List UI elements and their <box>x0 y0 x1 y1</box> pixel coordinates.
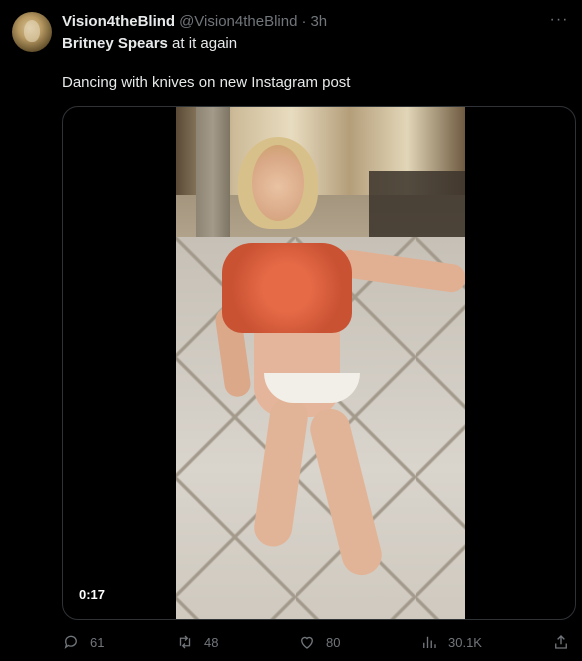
video-player[interactable]: 0:17 <box>62 106 576 620</box>
share-icon <box>555 635 567 649</box>
user-handle[interactable]: @Vision4theBlind <box>179 12 297 32</box>
video-furniture <box>369 171 465 241</box>
video-pillar <box>196 107 230 243</box>
reply-count: 61 <box>90 634 105 650</box>
figure-head <box>252 145 304 221</box>
reply-button[interactable]: 61 <box>62 632 104 652</box>
heart-icon <box>301 636 313 649</box>
separator: · <box>301 13 307 30</box>
tweet-text-rest: at it again <box>167 35 238 52</box>
views-button[interactable]: 30.1K <box>420 632 482 652</box>
video-frame[interactable] <box>176 107 465 619</box>
like-count: 80 <box>326 634 341 650</box>
views-icon <box>423 636 436 648</box>
action-bar: 61 48 80 30.1K <box>62 632 576 652</box>
retweet-count: 48 <box>204 634 219 650</box>
retweet-button[interactable]: 48 <box>176 632 218 652</box>
tweet-text-line-2: Dancing with knives on new Instagram pos… <box>62 74 351 91</box>
retweet-icon <box>179 635 191 649</box>
tweet-header: Vision4theBlind @Vision4theBlind · 3h <box>62 12 542 32</box>
tweet-text-bold: Britney Spears <box>62 35 168 52</box>
display-name[interactable]: Vision4theBlind <box>62 12 175 32</box>
video-duration: 0:17 <box>73 585 112 605</box>
more-icon[interactable]: ··· <box>548 10 570 30</box>
share-button[interactable] <box>552 632 570 652</box>
views-count: 30.1K <box>448 634 482 650</box>
figure-briefs <box>264 373 360 403</box>
tweet-text-line-1: Britney Spears at it again <box>62 34 237 54</box>
reply-icon <box>64 635 77 649</box>
timestamp[interactable]: 3h <box>310 12 327 32</box>
avatar[interactable] <box>12 12 52 52</box>
figure-top <box>222 243 352 333</box>
like-button[interactable]: 80 <box>298 632 340 652</box>
